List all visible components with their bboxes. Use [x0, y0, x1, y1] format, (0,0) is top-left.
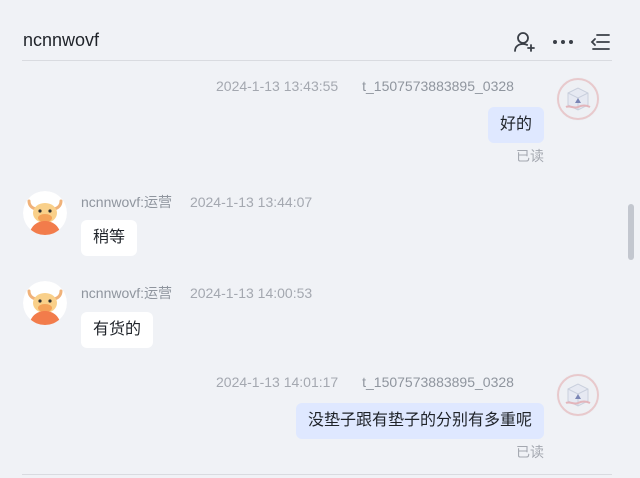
message-time: 2024-1-13 13:43:55 — [216, 78, 339, 94]
cube-avatar-icon — [556, 77, 600, 121]
message-time: 2024-1-13 14:00:53 — [189, 285, 313, 301]
message-bubble[interactable]: 没垫子跟有垫子的分别有多重呢 — [295, 403, 544, 439]
bull-avatar-icon — [23, 191, 67, 235]
message-time: 2024-1-13 14:01:17 — [216, 374, 339, 390]
avatar[interactable] — [556, 373, 600, 417]
divider — [22, 474, 612, 475]
message-sender: ncnnwovf:运营 — [81, 285, 173, 301]
message-list[interactable]: 2024-1-13 13:43:55 t_1507573883895_0328 … — [0, 61, 626, 474]
avatar[interactable] — [556, 77, 600, 121]
scrollbar-thumb[interactable] — [628, 204, 634, 260]
message-bubble[interactable]: 好的 — [487, 107, 544, 143]
chat-header: ncnnwovf — [22, 22, 612, 61]
cube-avatar-icon — [556, 373, 600, 417]
message-meta: 2024-1-13 14:01:17 t_1507573883895_0328 — [216, 374, 514, 390]
chat-title: ncnnwovf — [23, 30, 100, 50]
message-sender: t_1507573883895_0328 — [362, 78, 514, 94]
message-bubble[interactable]: 稍等 — [81, 220, 138, 256]
bull-avatar-icon — [23, 281, 67, 325]
more-icon[interactable] — [551, 30, 575, 54]
message-meta: ncnnwovf:运营 2024-1-13 14:00:53 — [81, 283, 312, 303]
message-meta: 2024-1-13 13:43:55 t_1507573883895_0328 — [216, 78, 514, 94]
message-time: 2024-1-13 13:44:07 — [189, 194, 313, 210]
message-bubble[interactable]: 有货的 — [81, 312, 154, 348]
read-status: 已读 — [516, 444, 544, 460]
user-add-icon[interactable] — [513, 30, 537, 54]
message-sender: t_1507573883895_0328 — [362, 374, 514, 390]
message-sender: ncnnwovf:运营 — [81, 194, 173, 210]
message-meta: ncnnwovf:运营 2024-1-13 13:44:07 — [81, 192, 312, 212]
menu-icon[interactable] — [589, 30, 613, 54]
avatar[interactable] — [23, 191, 67, 235]
avatar[interactable] — [23, 281, 67, 325]
read-status: 已读 — [516, 148, 544, 164]
